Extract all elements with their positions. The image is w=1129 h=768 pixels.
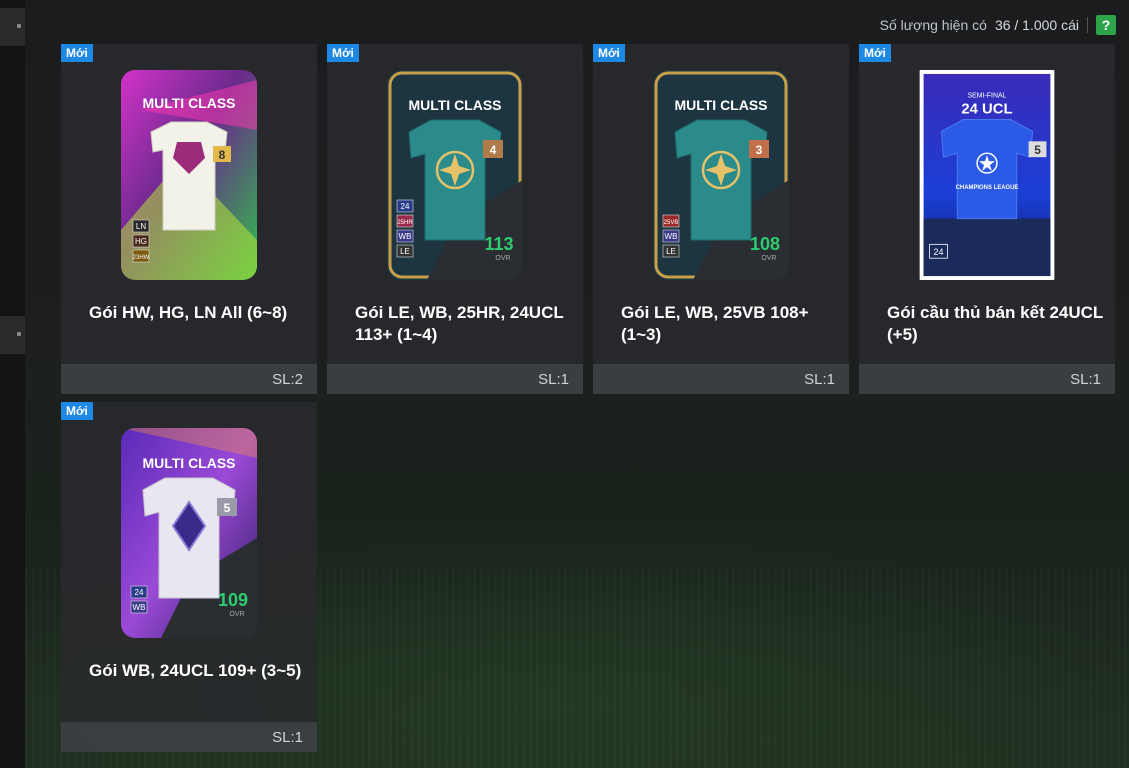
card-tag: LN xyxy=(136,222,146,231)
divider xyxy=(1087,17,1088,33)
card-tag: WB xyxy=(399,232,412,241)
pack-card[interactable]: Mới SEMI-FINAL 24 UCL CHAMPIONS LEAGUE 5 xyxy=(859,44,1115,394)
left-collapse-tab[interactable] xyxy=(0,8,25,46)
pack-body: Mới 8 MULTI CLASS LN HG 23HW Gói HW, HG,… xyxy=(61,44,317,364)
pack-quantity: SL:2 xyxy=(61,364,317,394)
help-button[interactable]: ? xyxy=(1096,15,1116,35)
pack-quantity: SL:1 xyxy=(859,364,1115,394)
card-league: CHAMPIONS LEAGUE xyxy=(956,185,1019,191)
card-ovr: 113 xyxy=(484,234,513,254)
card-tag: 23HW xyxy=(133,255,150,261)
card-tag: LE xyxy=(400,247,410,256)
card-level: 3 xyxy=(756,143,763,157)
pack-name: Gói WB, 24UCL 109+ (3~5) xyxy=(89,661,302,680)
left-side-strip xyxy=(0,0,25,768)
card-level: 5 xyxy=(1034,143,1041,157)
pack-quantity: SL:1 xyxy=(61,722,317,752)
pack-body: Mới SEMI-FINAL 24 UCL CHAMPIONS LEAGUE 5 xyxy=(859,44,1115,364)
tab-handle-icon xyxy=(17,24,21,28)
card-tag: WB xyxy=(133,603,146,612)
pack-body: Mới 3 MULTI CLASS 25VB WB LE 108 OVR Gói… xyxy=(593,44,849,364)
card-subtitle: SEMI-FINAL xyxy=(968,93,1007,100)
card-tag: LE xyxy=(666,247,676,256)
card-title: MULTI CLASS xyxy=(408,97,501,113)
pack-card-image: 8 MULTI CLASS LN HG 23HW xyxy=(121,70,257,280)
pack-body: Mới 5 MULTI CLASS 24 WB 109 OVR Gói WB, … xyxy=(61,402,317,722)
ucl-card-art: SEMI-FINAL 24 UCL CHAMPIONS LEAGUE 5 24 xyxy=(919,70,1055,280)
pack-quantity: SL:1 xyxy=(593,364,849,394)
card-ovr-label: OVR xyxy=(495,255,510,262)
pack-body: Mới 4 MULTI CLASS 24 25HR WB LE 113 OVR … xyxy=(327,44,583,364)
pack-card-image: SEMI-FINAL 24 UCL CHAMPIONS LEAGUE 5 24 xyxy=(919,70,1055,280)
card-level: 5 xyxy=(224,501,231,515)
new-badge: Mới xyxy=(61,402,93,420)
stock-count: 36 / 1.000 cái xyxy=(994,17,1079,33)
multiclass-card-art: 8 MULTI CLASS LN HG 23HW xyxy=(121,70,257,280)
pack-card-image: 5 MULTI CLASS 24 WB 109 OVR xyxy=(121,428,257,638)
left-collapse-tab-2[interactable] xyxy=(0,316,25,354)
pack-card[interactable]: Mới 3 MULTI CLASS 25VB WB LE 108 OVR Gói… xyxy=(593,44,849,394)
pack-card[interactable]: Mới 4 MULTI CLASS 24 25HR WB LE 113 OVR … xyxy=(327,44,583,394)
tab-handle-icon xyxy=(17,332,21,336)
multiclass-card-art: 5 MULTI CLASS 24 WB 109 OVR xyxy=(121,428,257,638)
card-ovr: 109 xyxy=(218,590,248,610)
pack-name: Gói LE, WB, 25HR, 24UCL 113+ (1~4) xyxy=(355,303,564,344)
pack-name: Gói LE, WB, 25VB 108+ (1~3) xyxy=(621,303,809,344)
card-ovr: 108 xyxy=(750,234,780,254)
pack-card-image: 4 MULTI CLASS 24 25HR WB LE 113 OVR xyxy=(387,70,523,280)
stock-label: Số lượng hiện có xyxy=(879,17,987,33)
stock-bar: Số lượng hiện có 36 / 1.000 cái ? xyxy=(880,14,1116,36)
pack-card-image: 3 MULTI CLASS 25VB WB LE 108 OVR xyxy=(653,70,789,280)
card-level: 4 xyxy=(490,143,497,157)
multiclass-card-art: 3 MULTI CLASS 25VB WB LE 108 OVR xyxy=(653,70,789,280)
multiclass-card-art: 4 MULTI CLASS 24 25HR WB LE 113 OVR xyxy=(387,70,523,280)
new-badge: Mới xyxy=(61,44,93,62)
pack-name: Gói HW, HG, LN All (6~8) xyxy=(89,303,288,322)
card-title: MULTI CLASS xyxy=(142,95,235,111)
card-level: 8 xyxy=(219,148,226,162)
card-ovr-label: OVR xyxy=(229,611,244,618)
card-tag: WB xyxy=(665,232,678,241)
card-title: MULTI CLASS xyxy=(142,455,235,471)
new-badge: Mới xyxy=(859,44,891,62)
card-tag: 24 xyxy=(401,202,410,211)
card-tag: 24 xyxy=(135,588,144,597)
pack-quantity: SL:1 xyxy=(327,364,583,394)
card-ovr-label: OVR xyxy=(761,255,776,262)
card-tag: HG xyxy=(135,237,147,246)
card-tag: 25VB xyxy=(664,220,679,226)
pack-card[interactable]: Mới 5 MULTI CLASS 24 WB 109 OVR Gói WB, … xyxy=(61,402,317,752)
pack-name: Gói cầu thủ bán kết 24UCL (+5) xyxy=(887,303,1104,344)
pack-card[interactable]: Mới 8 MULTI CLASS LN HG 23HW Gói HW, HG,… xyxy=(61,44,317,394)
card-title: 24 UCL xyxy=(961,102,1012,118)
card-title: MULTI CLASS xyxy=(674,97,767,113)
new-badge: Mới xyxy=(593,44,625,62)
card-tag: 25HR xyxy=(397,220,413,226)
new-badge: Mới xyxy=(327,44,359,62)
card-tag: 24 xyxy=(934,247,944,257)
